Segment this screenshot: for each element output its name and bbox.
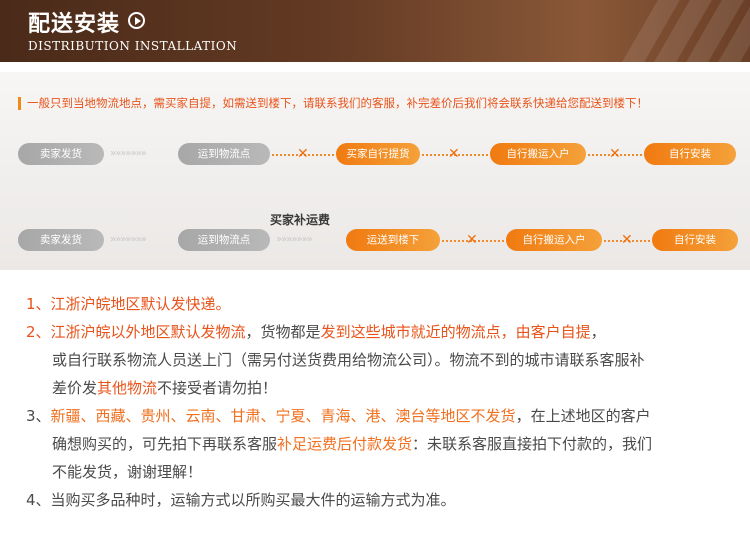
flow1-step-self-pickup: 买家自行提货 <box>336 143 420 165</box>
flow1-step-install: 自行安装 <box>644 143 736 165</box>
flow1-chevron-icon: »»»»»»» <box>110 148 147 159</box>
rule-2-text: 差价发 <box>52 379 98 397</box>
rule-3-line-3: 不能发货，谢谢理解！ <box>52 463 203 481</box>
rule-2-text: 不接受者请勿拍！ <box>157 379 278 397</box>
rule-3-highlight: 新疆、西藏、贵州、云南、甘肃、宁夏、青海、港、澳台等地区不发货 <box>50 407 516 425</box>
rule-2-line-2: 或自行联系物流人员送上门（需另付送货费用给物流公司）。物流不到的城市请联系客服补 <box>52 351 645 369</box>
rule-2-text: ， <box>590 323 606 341</box>
flow1-cross-icon: ✕ <box>609 146 621 162</box>
rule-3-text: ：未联系客服直接拍下付款的，我们 <box>412 435 653 453</box>
flow1-cross-icon: ✕ <box>297 146 309 162</box>
rule-2-highlight: 其他物流 <box>97 379 158 397</box>
rule-3-number: 3、 <box>26 407 51 425</box>
flow1-cross-icon: ✕ <box>448 146 460 162</box>
flow2-cross-icon: ✕ <box>621 232 633 248</box>
flow2-step-carry-in: 自行搬运入户 <box>506 229 602 251</box>
section-title: 配送安装 <box>28 12 121 37</box>
play-circle-icon <box>128 12 145 29</box>
notice-bar-icon <box>18 96 21 110</box>
flow2-chevron-icon: »»»»»»» <box>110 234 147 245</box>
flow2-step-deliver-downstairs: 运送到楼下 <box>346 229 440 251</box>
flow2-extra-fee-label: 买家补运费 <box>270 213 331 227</box>
flow2-step-install: 自行安装 <box>652 229 738 251</box>
flow2-step-seller-ship: 卖家发货 <box>18 229 104 251</box>
notice-text: 一般只到当地物流地点，需买家自提，如需送到楼下，请联系我们的客服，补完差价后我们… <box>27 96 648 110</box>
rule-2: 2、江浙沪皖以外地区默认发物流，货物都是发到这些城市就近的物流点，由客户自提， <box>26 318 606 346</box>
flow1-step-carry-in: 自行搬运入户 <box>490 143 586 165</box>
flow2-cross-icon: ✕ <box>466 232 478 248</box>
rule-1-text: 1、江浙沪皖地区默认发快递。 <box>26 295 231 313</box>
rule-2-line-3: 差价发其他物流不接受者请勿拍！ <box>52 374 277 402</box>
rule-3: 3、新疆、西藏、贵州、云南、甘肃、宁夏、青海、港、澳台等地区不发货，在上述地区的… <box>26 402 651 430</box>
rule-4: 4、当购买多品种时，运输方式以所购买最大件的运输方式为准。 <box>26 491 456 509</box>
flow2-chevron-icon: »»»»»»» <box>276 234 313 245</box>
delivery-notice: 一般只到当地物流地点，需买家自提，如需送到楼下，请联系我们的客服，补完差价后我们… <box>18 95 648 111</box>
rule-3-text: ，在上述地区的客户 <box>515 407 651 425</box>
rule-2-highlight: 发到这些城市就近的物流点，由客户自提 <box>320 323 591 341</box>
rule-1: 1、江浙沪皖地区默认发快递。 <box>26 290 231 318</box>
flow1-step-seller-ship: 卖家发货 <box>18 143 104 165</box>
rule-2-highlight: 2、江浙沪皖以外地区默认发物流 <box>26 323 246 341</box>
rule-2-text: ，货物都是 <box>245 323 321 341</box>
rule-3-highlight: 补足运费后付款发货 <box>277 435 413 453</box>
section-header: 配送安装 DISTRIBUTION INSTALLATION <box>0 0 750 62</box>
rule-3-text: 确想购买的，可先拍下再联系客服 <box>52 435 278 453</box>
rule-3-line-2: 确想购买的，可先拍下再联系客服补足运费后付款发货：未联系客服直接拍下付款的，我们 <box>52 430 652 458</box>
flow2-step-logistics-point: 运到物流点 <box>178 229 270 251</box>
flow1-step-logistics-point: 运到物流点 <box>178 143 270 165</box>
section-subtitle: DISTRIBUTION INSTALLATION <box>28 39 238 53</box>
